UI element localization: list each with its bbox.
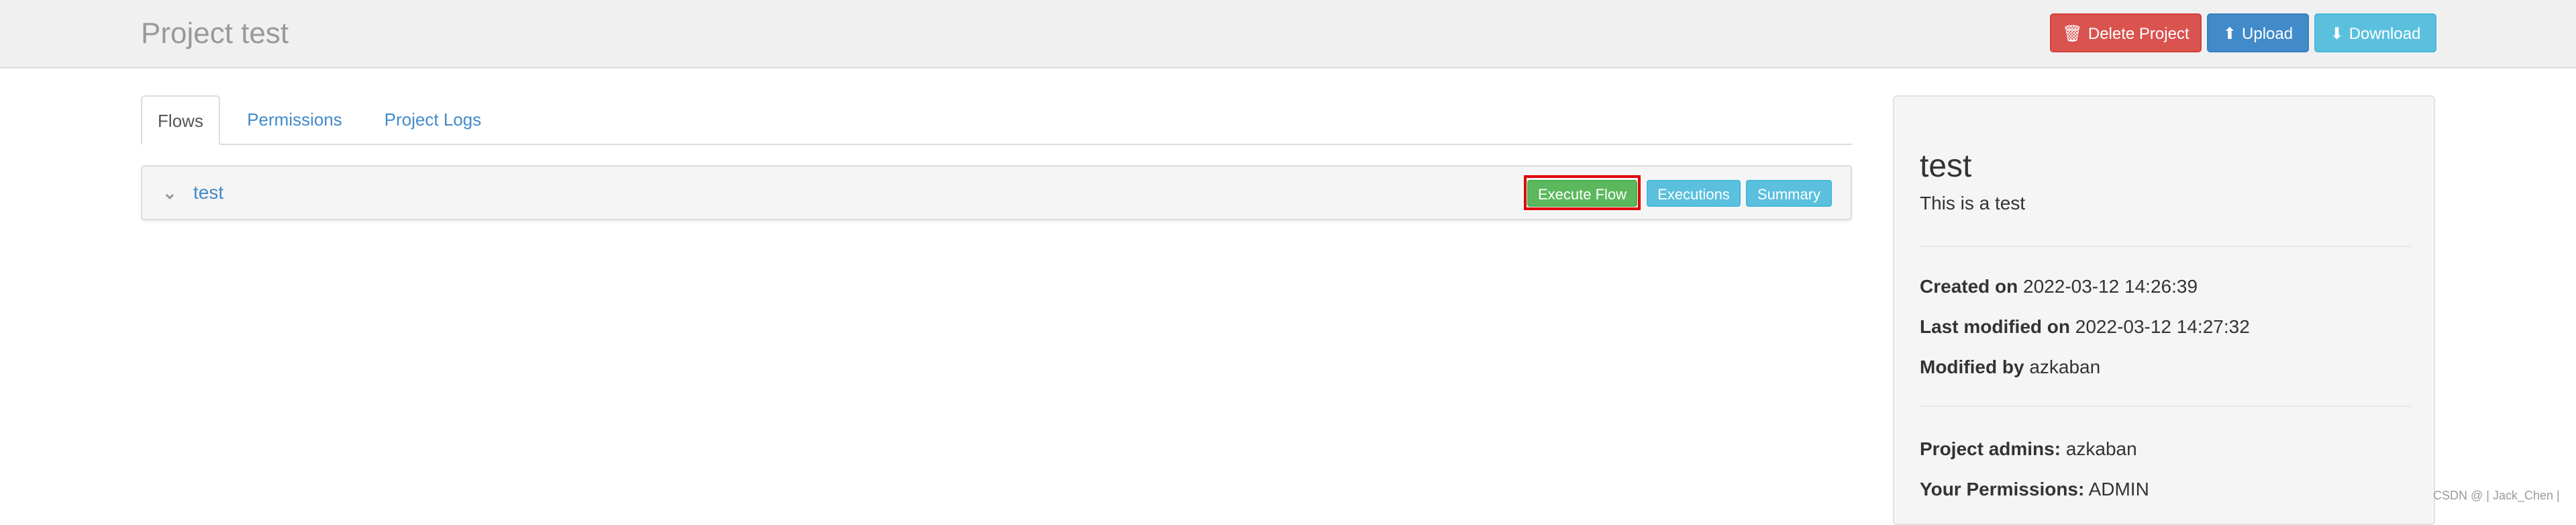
project-name: test <box>1920 148 1972 184</box>
last-modified-value: 2022-03-12 14:27:32 <box>2075 316 2250 337</box>
project-admins-value: azkaban <box>2065 438 2137 459</box>
project-admins: Project admins: azkaban <box>1920 438 2137 461</box>
divider <box>1920 405 2411 407</box>
created-on-value: 2022-03-12 14:26:39 <box>2023 276 2198 297</box>
circle-arrow-down-icon: ⬇ <box>2330 25 2344 43</box>
download-button[interactable]: ⬇ Download <box>2314 13 2436 52</box>
project-info-panel: test This is a test Created on 2022-03-1… <box>1893 95 2435 525</box>
page-title: Project test <box>141 17 289 50</box>
modified-by: Modified by azkaban <box>1920 356 2100 379</box>
last-modified-label: Last modified on <box>1920 316 2070 337</box>
project-tabs: Flows Permissions Project Logs <box>141 95 1852 145</box>
your-permissions: Your Permissions: ADMIN <box>1920 478 2149 501</box>
modified-by-value: azkaban <box>2029 356 2101 377</box>
last-modified-on: Last modified on 2022-03-12 14:27:32 <box>1920 316 2250 338</box>
page-header: Project test 🗑 Delete Project ⬆ Upload ⬇ Do… <box>0 0 2576 68</box>
tab-permissions[interactable]: Permissions <box>231 95 358 144</box>
delete-project-label: Delete Project <box>2088 25 2189 43</box>
project-admins-label: Project admins: <box>1920 438 2061 459</box>
divider <box>1920 246 2411 247</box>
created-on-label: Created on <box>1920 276 2018 297</box>
tab-project-logs[interactable]: Project Logs <box>369 95 497 144</box>
download-label: Download <box>2349 25 2421 43</box>
your-permissions-value: ADMIN <box>2088 479 2149 499</box>
project-description: This is a test <box>1920 193 2026 213</box>
flow-row: ⌄ test Execute Flow Executions Summary <box>141 165 1852 220</box>
tab-flows[interactable]: Flows <box>141 95 220 145</box>
watermark: CSDN @ | Jack_Chen | <box>2433 489 2560 502</box>
summary-button[interactable]: Summary <box>1746 180 1832 207</box>
modified-by-label: Modified by <box>1920 356 2024 377</box>
chevron-down-icon[interactable]: ⌄ <box>162 183 177 203</box>
upload-label: Upload <box>2242 25 2294 43</box>
executions-button[interactable]: Executions <box>1647 180 1741 207</box>
delete-project-button[interactable]: 🗑 Delete Project <box>2050 13 2202 52</box>
upload-button[interactable]: ⬆ Upload <box>2207 13 2309 52</box>
created-on: Created on 2022-03-12 14:26:39 <box>1920 275 2198 298</box>
flow-name-link[interactable]: test <box>193 181 223 204</box>
trash-icon: 🗑 <box>2062 25 2083 43</box>
highlight-box <box>1524 175 1641 210</box>
your-permissions-label: Your Permissions: <box>1920 479 2085 499</box>
circle-arrow-up-icon: ⬆ <box>2222 25 2237 43</box>
